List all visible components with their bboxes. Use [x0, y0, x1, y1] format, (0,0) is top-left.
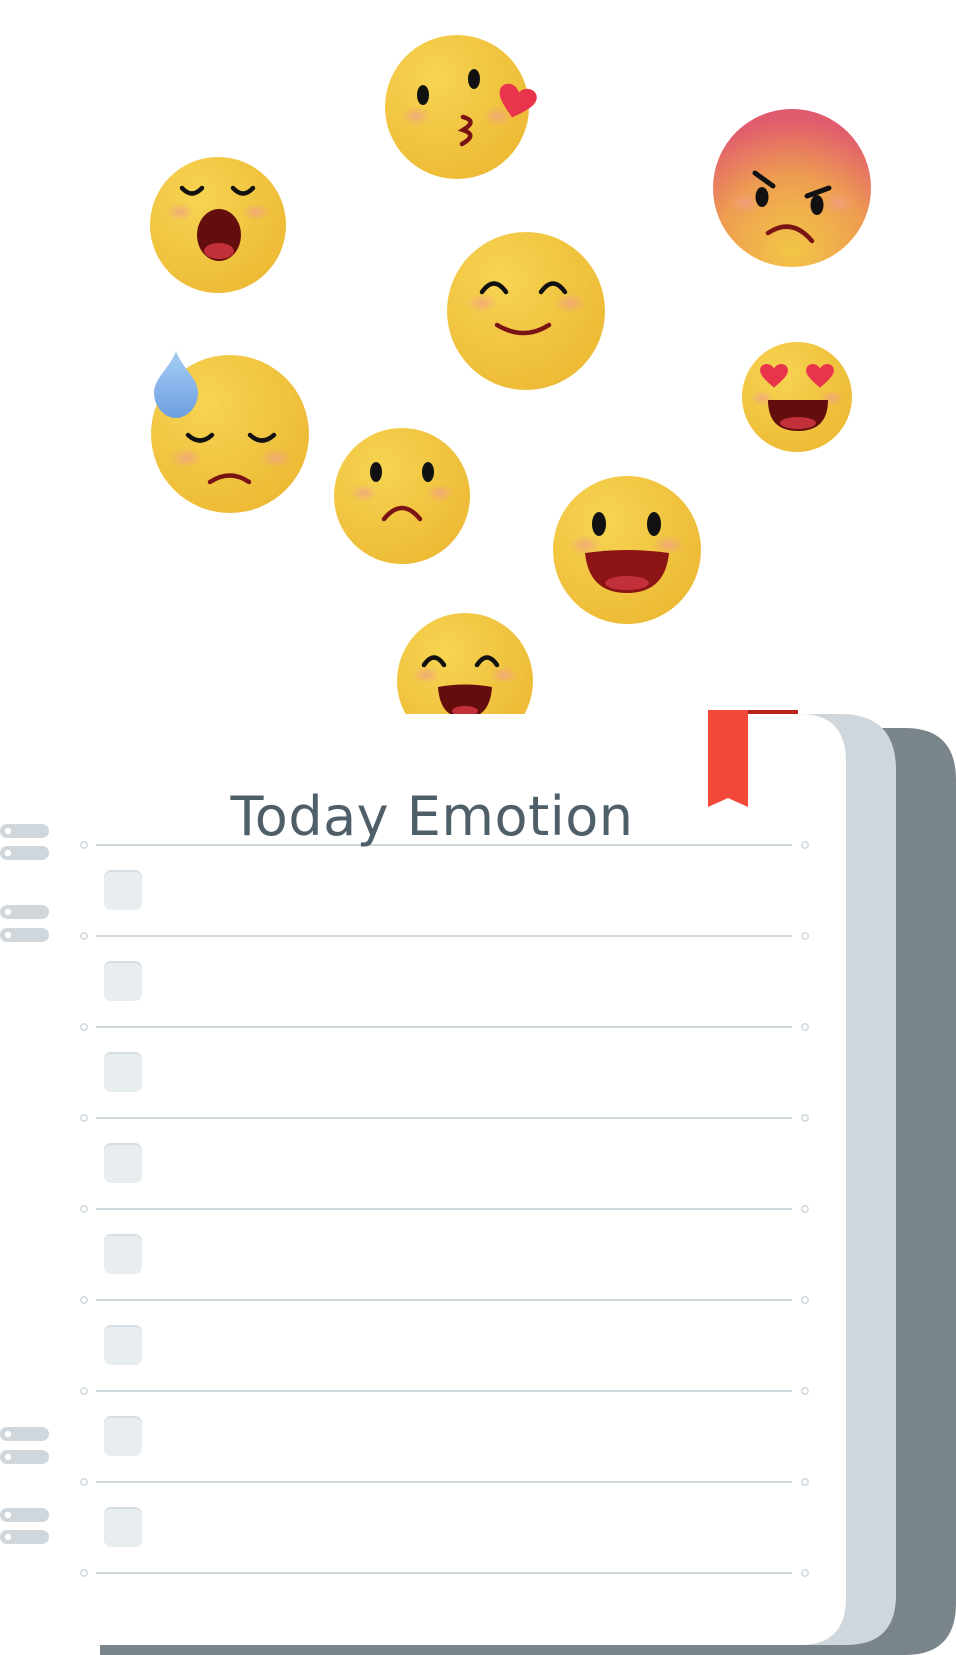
checkbox[interactable] — [104, 1509, 142, 1547]
emoji-heart-eyes — [742, 342, 852, 452]
emoji-kissing-heart — [385, 35, 539, 179]
line-dot — [80, 1478, 88, 1486]
emoji-angry — [713, 109, 871, 267]
bookmark-ribbon-top — [748, 710, 798, 714]
spiral-ring — [0, 1508, 49, 1544]
line-dot — [80, 1569, 88, 1577]
spiral-ring — [0, 905, 49, 942]
line-dot — [801, 1023, 809, 1031]
line-dot — [80, 932, 88, 940]
notebook — [0, 710, 956, 1655]
checkbox[interactable] — [104, 1145, 142, 1183]
line-dot — [801, 1205, 809, 1213]
line-dot — [80, 1205, 88, 1213]
line-dot — [80, 1114, 88, 1122]
spiral-rings — [0, 824, 49, 1544]
line-dot — [801, 1296, 809, 1304]
page-title: Today Emotion — [230, 785, 634, 848]
checkbox[interactable] — [104, 872, 142, 910]
emoji-frowning — [334, 428, 470, 564]
checkbox[interactable] — [104, 1327, 142, 1365]
line-dot — [801, 1387, 809, 1395]
line-dot — [80, 1296, 88, 1304]
emoji-grinning — [553, 476, 701, 624]
checkbox[interactable] — [104, 963, 142, 1001]
emoji-smiling — [447, 232, 605, 390]
line-dot — [801, 1114, 809, 1122]
spiral-ring — [0, 1427, 49, 1464]
line-dot — [80, 1023, 88, 1031]
line-dot — [801, 932, 809, 940]
checkbox[interactable] — [104, 1054, 142, 1092]
line-dot — [801, 1478, 809, 1486]
emoji-downcast-sweat — [151, 351, 309, 513]
line-dot — [801, 1569, 809, 1577]
emoji-yawning — [150, 157, 286, 293]
line-dot — [80, 1387, 88, 1395]
notebook-page — [52, 714, 846, 1645]
checkbox[interactable] — [104, 1418, 142, 1456]
checkbox[interactable] — [104, 1236, 142, 1274]
